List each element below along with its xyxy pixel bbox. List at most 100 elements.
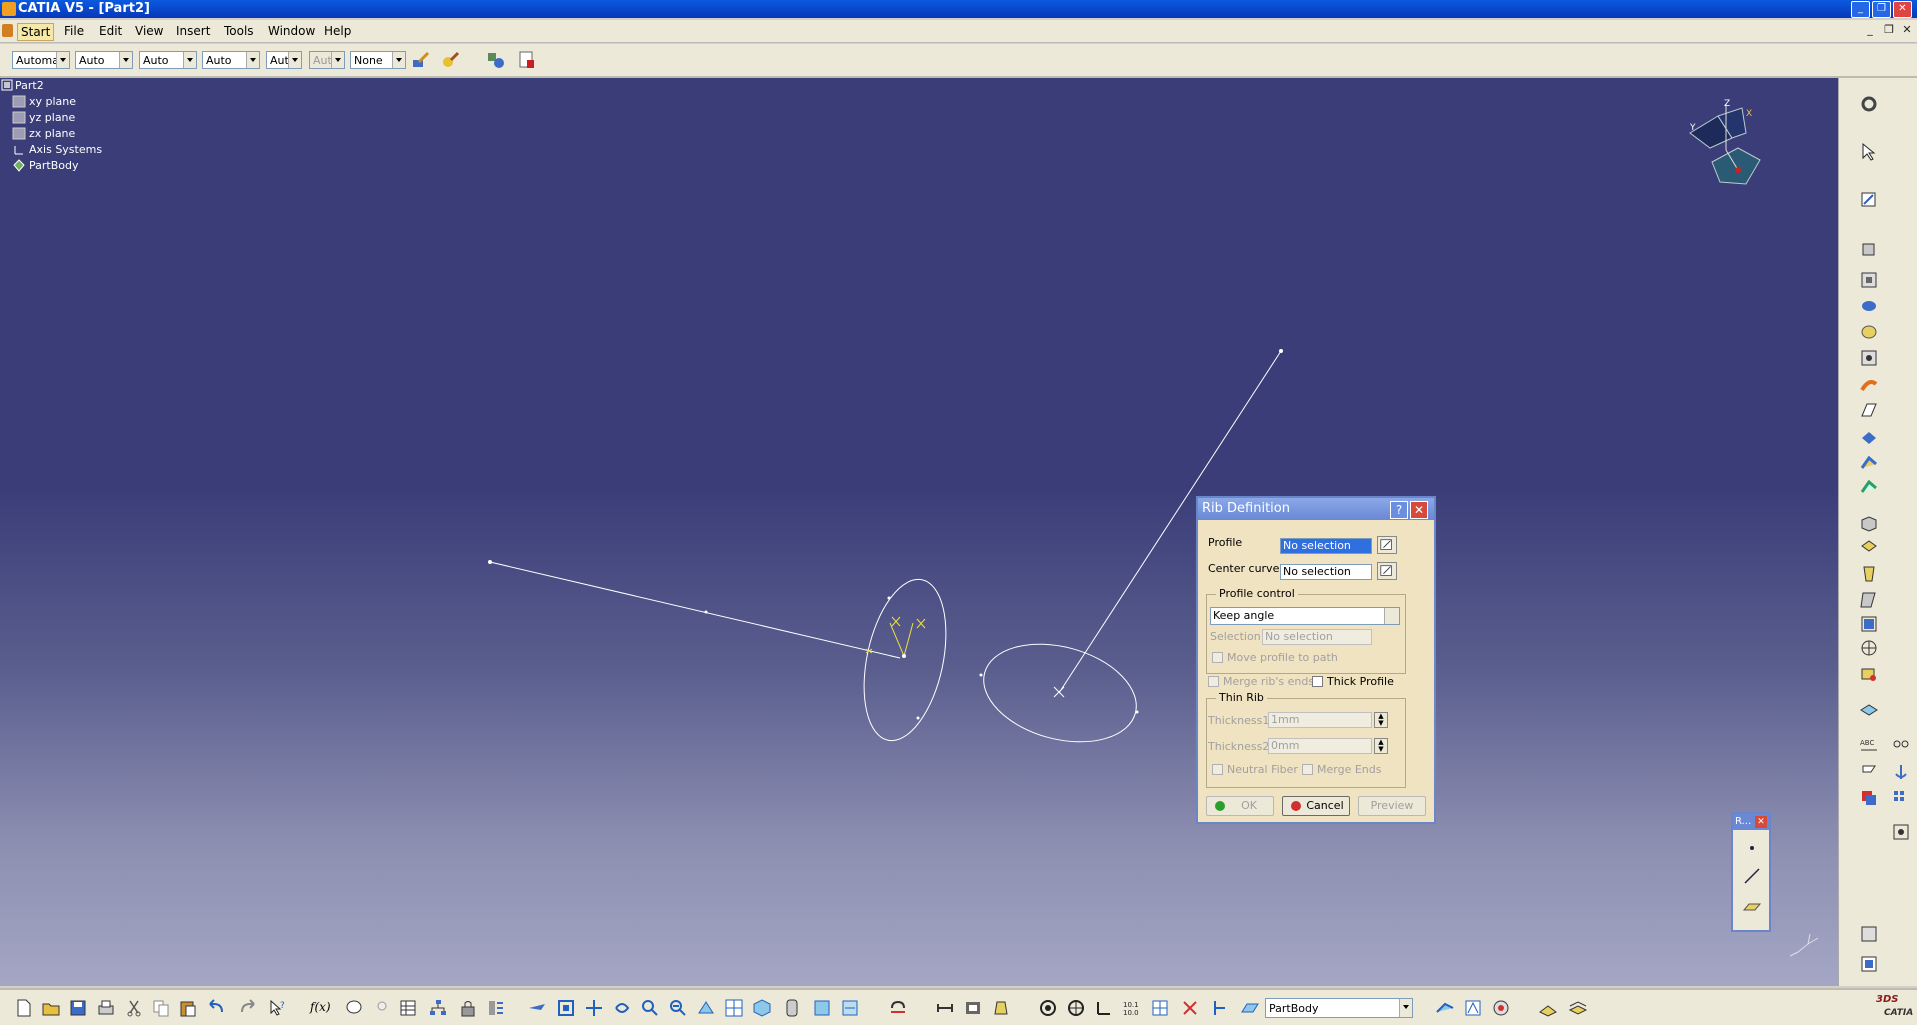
tree-item-yz-plane[interactable]: yz plane — [0, 110, 120, 126]
line-type-combo[interactable]: Auto — [202, 51, 260, 69]
minimize-window-button[interactable]: _ — [1851, 1, 1870, 18]
guide-line-left[interactable] — [489, 561, 901, 659]
wheel-icon[interactable] — [1066, 998, 1086, 1018]
chevron-down-icon[interactable] — [119, 52, 132, 68]
measure-item-icon[interactable] — [963, 998, 983, 1018]
point-marker[interactable] — [1135, 710, 1139, 714]
split-icon[interactable] — [1859, 664, 1879, 684]
fly-mode-icon[interactable] — [527, 998, 547, 1018]
restore-window-button[interactable]: ❐ — [1872, 1, 1891, 18]
plane-icon[interactable] — [1742, 896, 1762, 916]
document-icon[interactable] — [2, 24, 13, 37]
hierarchy-icon[interactable] — [428, 998, 448, 1018]
chevron-down-icon[interactable] — [1399, 999, 1412, 1017]
graphic-properties-icon[interactable] — [441, 50, 461, 70]
shaft-icon[interactable] — [1859, 296, 1879, 316]
close-icon[interactable]: ✕ — [1410, 501, 1428, 519]
grid-snap-icon[interactable] — [1150, 998, 1170, 1018]
removed-multi-section-icon[interactable] — [1859, 478, 1879, 498]
isometric-view-icon[interactable] — [752, 998, 772, 1018]
copy-icon[interactable] — [151, 998, 171, 1018]
catalog-icon[interactable] — [1435, 998, 1455, 1018]
transparency-combo[interactable]: Auto — [75, 51, 133, 69]
menu-help[interactable]: Help — [324, 23, 351, 39]
preview-button[interactable]: Preview — [1358, 796, 1426, 816]
color-combo[interactable]: Automa — [12, 51, 70, 69]
menu-insert[interactable]: Insert — [176, 23, 210, 39]
format-painter-icon[interactable] — [411, 50, 431, 70]
surface-based-features-icon[interactable] — [1859, 700, 1879, 720]
chamfer-icon[interactable] — [1859, 538, 1879, 558]
point-marker[interactable] — [704, 610, 708, 614]
redo-icon[interactable] — [238, 998, 258, 1018]
dimension-icon[interactable] — [1210, 998, 1230, 1018]
cancel-button[interactable]: Cancel — [1282, 796, 1350, 816]
point-marker[interactable] — [979, 673, 983, 677]
chevron-down-icon[interactable] — [56, 52, 69, 68]
thread-icon[interactable] — [1859, 638, 1879, 658]
multi-section-solid-icon[interactable] — [1859, 454, 1879, 474]
normal-view-icon[interactable] — [696, 998, 716, 1018]
point-marker[interactable] — [488, 560, 492, 564]
view-mode-icon[interactable] — [1859, 954, 1879, 974]
shading-icon[interactable] — [782, 998, 802, 1018]
chevron-down-icon[interactable] — [246, 52, 259, 68]
menu-edit[interactable]: Edit — [99, 23, 122, 39]
doc-restore-icon[interactable]: ❐ — [1882, 24, 1896, 36]
point-type-combo[interactable]: Aut — [266, 51, 302, 69]
annotation-text-icon[interactable]: ABC — [1859, 734, 1879, 754]
zoom-out-icon[interactable] — [668, 998, 688, 1018]
new-document-icon[interactable] — [14, 998, 34, 1018]
merge-ends-checkbox[interactable] — [1302, 764, 1313, 775]
line-icon[interactable] — [1742, 866, 1762, 886]
light-bulb-icon[interactable] — [372, 998, 392, 1018]
pan-icon[interactable] — [584, 998, 604, 1018]
pattern-icon[interactable] — [1891, 788, 1911, 808]
menu-tools[interactable]: Tools — [224, 23, 254, 39]
line-thickness-combo[interactable]: Auto — [139, 51, 197, 69]
undo-icon[interactable] — [206, 998, 226, 1018]
cut-icon[interactable] — [124, 998, 144, 1018]
close-icon[interactable]: ✕ — [1755, 816, 1767, 828]
profile-ellipse[interactable] — [851, 572, 959, 748]
sketcher-icon[interactable] — [1859, 190, 1879, 210]
point-marker[interactable] — [1279, 349, 1283, 353]
thick-profile-checkbox[interactable] — [1312, 676, 1323, 687]
stiffener-icon[interactable] — [1859, 428, 1879, 448]
merge-rib-ends-checkbox[interactable] — [1208, 676, 1219, 687]
construction-icon[interactable] — [1180, 998, 1200, 1018]
lock-icon[interactable] — [458, 998, 478, 1018]
hide-show-icon[interactable] — [812, 998, 832, 1018]
profile-control-select[interactable]: Keep angle — [1210, 607, 1400, 625]
help-icon[interactable]: ? — [1390, 501, 1408, 519]
anchor-icon[interactable] — [1891, 762, 1911, 782]
paste-icon[interactable] — [178, 998, 198, 1018]
measure-between-icon[interactable] — [935, 998, 955, 1018]
menu-window[interactable]: Window — [268, 23, 315, 39]
chevron-down-icon[interactable] — [288, 52, 301, 68]
measure-icon[interactable] — [1891, 822, 1911, 842]
fillet-icon[interactable] — [1859, 514, 1879, 534]
doc-close-icon[interactable]: ✕ — [1900, 24, 1914, 36]
hole-icon[interactable] — [1859, 348, 1879, 368]
partbody-combo[interactable]: PartBody — [1265, 998, 1413, 1018]
point-icon[interactable] — [1742, 838, 1762, 858]
grid-value-icon[interactable]: 10.110.0 — [1122, 998, 1142, 1018]
catalog-browser-icon[interactable] — [486, 50, 506, 70]
print-icon[interactable] — [96, 998, 116, 1018]
neutral-fiber-checkbox[interactable] — [1212, 764, 1223, 775]
layer-filter-icon[interactable] — [1568, 998, 1588, 1018]
ok-button[interactable]: OK — [1206, 796, 1274, 816]
multi-view-icon[interactable] — [724, 998, 744, 1018]
thickness-icon[interactable] — [1859, 614, 1879, 634]
layer-combo[interactable]: None — [350, 51, 406, 69]
sketch-pick-icon[interactable] — [1377, 562, 1397, 580]
tree-item-xy-plane[interactable]: xy plane — [0, 94, 120, 110]
table-icon[interactable] — [398, 998, 418, 1018]
sketch-pick-icon[interactable] — [1377, 536, 1397, 554]
tree-item-axis-systems[interactable]: Axis Systems — [0, 142, 120, 158]
groove-icon[interactable] — [1859, 322, 1879, 342]
update-icon[interactable] — [888, 998, 908, 1018]
geometry-canvas[interactable] — [0, 78, 1838, 986]
close-window-button[interactable]: ✕ — [1893, 1, 1912, 18]
